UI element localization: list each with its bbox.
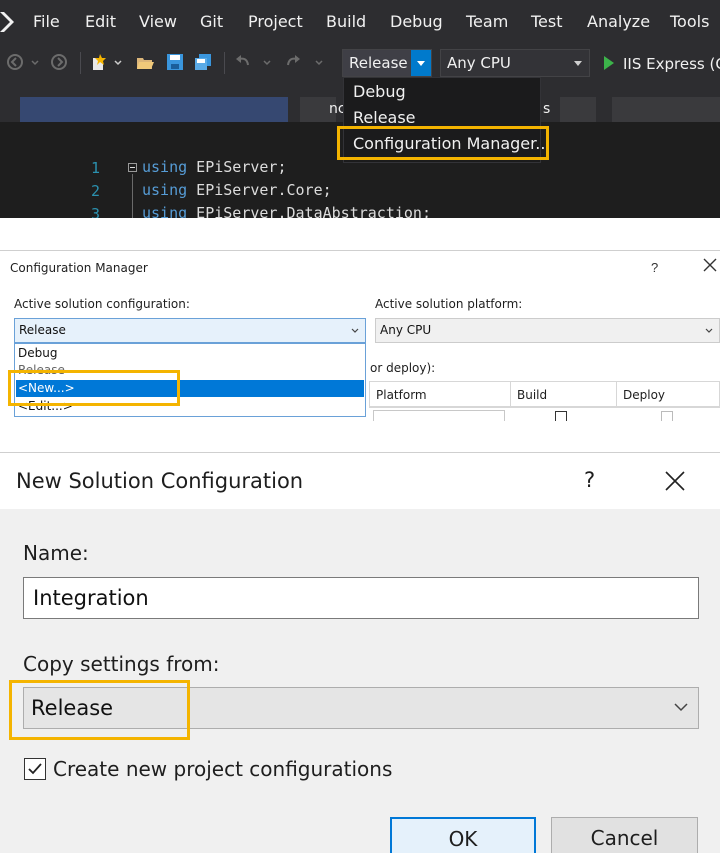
active-config-label: Active solution configuration:: [14, 297, 190, 311]
close-icon[interactable]: [664, 470, 686, 492]
back-icon[interactable]: [6, 53, 24, 71]
code-line: using EPiServer.DataAbstraction;: [142, 204, 431, 218]
list-item-debug[interactable]: Debug: [18, 346, 57, 360]
chevron-down-icon[interactable]: [674, 702, 688, 712]
fold-guide-line: [132, 174, 133, 218]
menu-view[interactable]: View: [139, 12, 177, 31]
menu-debug[interactable]: Debug: [390, 12, 443, 31]
document-tab-active[interactable]: [20, 97, 288, 122]
code-line: using EPiServer;: [142, 158, 287, 176]
menu-bar: File Edit View Git Project Build Debug T…: [0, 0, 720, 44]
chevron-down-icon[interactable]: [351, 327, 359, 335]
document-tab[interactable]: [612, 97, 720, 122]
start-debugging-button[interactable]: IIS Express (C: [604, 51, 720, 77]
play-icon: [604, 56, 614, 70]
dialog-title-bar: New Solution Configuration ?: [0, 453, 720, 509]
chevron-down-icon[interactable]: [411, 50, 431, 76]
column-platform[interactable]: Platform: [376, 388, 427, 402]
new-solution-configuration-dialog: New Solution Configuration ? Name: Integ…: [0, 452, 720, 853]
code-keyword: using: [142, 158, 188, 176]
toolbar-separator: [80, 52, 81, 74]
undo-dropdown-icon[interactable]: [262, 53, 272, 71]
line-number-gutter: 1 2 3: [0, 122, 120, 218]
document-tab[interactable]: [560, 97, 596, 122]
chevron-down-icon[interactable]: [705, 327, 713, 335]
active-config-combo[interactable]: Release: [14, 318, 366, 343]
solution-configuration-value: Release: [349, 54, 408, 72]
code-keyword: using: [142, 181, 188, 199]
highlight-box: [8, 370, 180, 406]
redo-dropdown-icon[interactable]: [314, 53, 324, 71]
new-dropdown-icon[interactable]: [113, 53, 123, 71]
menu-team[interactable]: Team: [466, 12, 508, 31]
dropdown-item-release[interactable]: Release: [353, 108, 416, 127]
open-folder-icon[interactable]: [136, 53, 154, 71]
active-config-value: Release: [19, 323, 66, 337]
solution-platform-combo[interactable]: Any CPU: [440, 49, 590, 77]
line-number: 1: [90, 159, 100, 177]
menu-edit[interactable]: Edit: [85, 12, 116, 31]
code-text: EPiServer;: [187, 158, 287, 176]
undo-icon[interactable]: [234, 53, 252, 71]
code-line: using EPiServer.Core;: [142, 181, 332, 199]
solution-platform-value: Any CPU: [447, 54, 511, 72]
save-icon[interactable]: [166, 53, 184, 71]
row-platform-combo[interactable]: [373, 410, 505, 421]
project-grid-header: Platform Build Deploy: [369, 381, 720, 407]
back-dropdown-icon[interactable]: [30, 53, 40, 71]
menu-build[interactable]: Build: [326, 12, 366, 31]
menu-git[interactable]: Git: [200, 12, 223, 31]
checkmark-icon: [28, 763, 42, 775]
new-project-icon[interactable]: [90, 53, 108, 71]
ok-button[interactable]: OK: [390, 817, 536, 853]
visual-studio-window: File Edit View Git Project Build Debug T…: [0, 0, 720, 218]
menu-file[interactable]: File: [33, 12, 60, 31]
active-platform-combo[interactable]: Any CPU: [375, 318, 720, 343]
start-debugging-label: IIS Express (C: [623, 55, 720, 73]
line-number: 2: [90, 182, 100, 200]
dialog-title: New Solution Configuration: [16, 469, 304, 493]
create-project-configs-checkbox[interactable]: [24, 758, 46, 780]
cancel-button[interactable]: Cancel: [551, 817, 698, 853]
redo-icon[interactable]: [284, 53, 302, 71]
active-platform-value: Any CPU: [380, 323, 432, 337]
row-build-checkbox[interactable]: [555, 411, 567, 421]
close-icon[interactable]: [702, 256, 718, 274]
code-keyword: using: [142, 204, 188, 218]
visual-studio-logo-icon: [0, 12, 14, 32]
line-number: 3: [90, 205, 100, 218]
help-button[interactable]: ?: [651, 260, 658, 275]
menu-project[interactable]: Project: [248, 12, 303, 31]
grid-hint-text: or deploy):: [370, 361, 436, 375]
menu-analyze[interactable]: Analyze: [587, 12, 650, 31]
toolbar-separator: [224, 52, 225, 74]
menu-tools[interactable]: Tools: [670, 12, 709, 31]
column-build[interactable]: Build: [517, 388, 547, 402]
dropdown-item-debug[interactable]: Debug: [353, 82, 406, 101]
save-all-icon[interactable]: [194, 53, 212, 71]
name-input[interactable]: Integration: [23, 577, 699, 619]
row-deploy-checkbox[interactable]: [661, 411, 673, 421]
code-text: EPiServer.Core;: [187, 181, 332, 199]
active-platform-label: Active solution platform:: [375, 297, 523, 311]
help-button[interactable]: ?: [584, 468, 595, 492]
collapse-region-icon[interactable]: [128, 163, 137, 172]
document-tab-label: s: [543, 101, 551, 117]
menu-test[interactable]: Test: [531, 12, 563, 31]
column-deploy[interactable]: Deploy: [623, 388, 665, 402]
highlight-box: [337, 126, 549, 160]
name-label: Name:: [23, 541, 89, 565]
project-grid-row: [369, 407, 720, 421]
column-divider: [616, 382, 617, 406]
highlight-box: [9, 680, 190, 740]
forward-icon[interactable]: [50, 53, 68, 71]
column-divider: [510, 382, 511, 406]
dialog-title: Configuration Manager: [10, 261, 148, 275]
create-project-configs-label[interactable]: Create new project configurations: [53, 757, 392, 781]
copy-settings-label: Copy settings from:: [23, 652, 220, 676]
solution-configuration-combo[interactable]: Release: [342, 49, 432, 77]
code-text: EPiServer.DataAbstraction;: [187, 204, 431, 218]
